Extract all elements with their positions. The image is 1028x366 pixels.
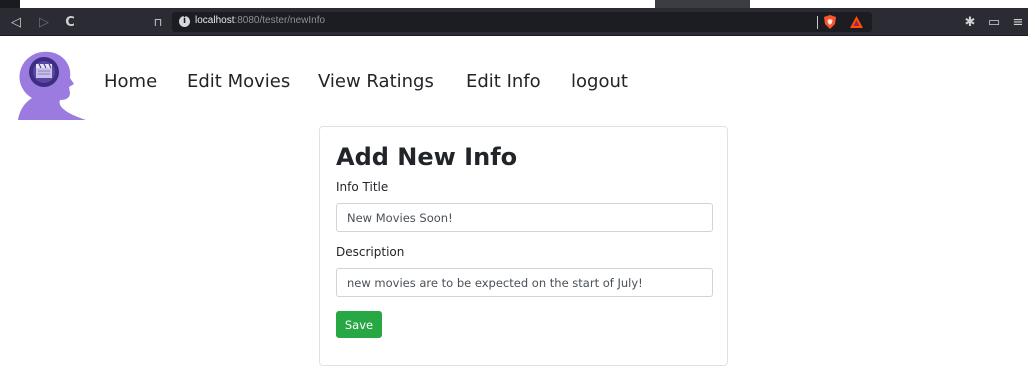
- nav-home[interactable]: Home: [104, 71, 157, 92]
- brave-shield-icon[interactable]: [824, 15, 836, 29]
- page-title: Add New Info: [336, 143, 518, 171]
- tab-strip: [0, 0, 1028, 8]
- browser-chrome: ◁ ▷ C ⊓ i localhost:8080/tester/newInfo …: [0, 0, 1028, 36]
- nav-edit-info[interactable]: Edit Info: [466, 71, 541, 92]
- description-input[interactable]: [336, 268, 713, 297]
- menu-icon[interactable]: ≡: [1008, 12, 1028, 32]
- info-title-label: Info Title: [336, 180, 389, 194]
- url-text[interactable]: localhost:8080/tester/newInfo: [195, 15, 325, 26]
- save-button[interactable]: Save: [336, 311, 382, 338]
- add-info-card: Add New Info Info Title Description Save: [319, 126, 728, 366]
- bookmark-icon[interactable]: ⊓: [148, 12, 168, 32]
- description-label: Description: [336, 245, 405, 259]
- nav-logout[interactable]: logout: [571, 71, 628, 92]
- nav-edit-movies[interactable]: Edit Movies: [187, 71, 290, 92]
- url-path: :8080/tester/newInfo: [234, 15, 326, 26]
- forward-icon[interactable]: ▷: [34, 12, 54, 32]
- tab-edge: [0, 0, 20, 8]
- wallet-icon[interactable]: ▭: [984, 12, 1004, 32]
- back-icon[interactable]: ◁: [6, 12, 26, 32]
- active-tab[interactable]: [655, 0, 750, 8]
- info-icon[interactable]: i: [179, 16, 190, 27]
- browser-toolbar: ◁ ▷ C ⊓ i localhost:8080/tester/newInfo …: [0, 8, 1028, 36]
- address-separator: [817, 16, 818, 29]
- url-host: localhost: [195, 15, 235, 26]
- extensions-icon[interactable]: ✱: [960, 12, 980, 32]
- brave-rewards-icon[interactable]: [850, 16, 863, 28]
- nav-view-ratings[interactable]: View Ratings: [318, 71, 434, 92]
- address-bar[interactable]: i localhost:8080/tester/newInfo: [172, 12, 872, 32]
- info-title-input[interactable]: [336, 203, 713, 232]
- movie-head-logo-icon[interactable]: [8, 50, 88, 120]
- reload-icon[interactable]: C: [60, 12, 80, 32]
